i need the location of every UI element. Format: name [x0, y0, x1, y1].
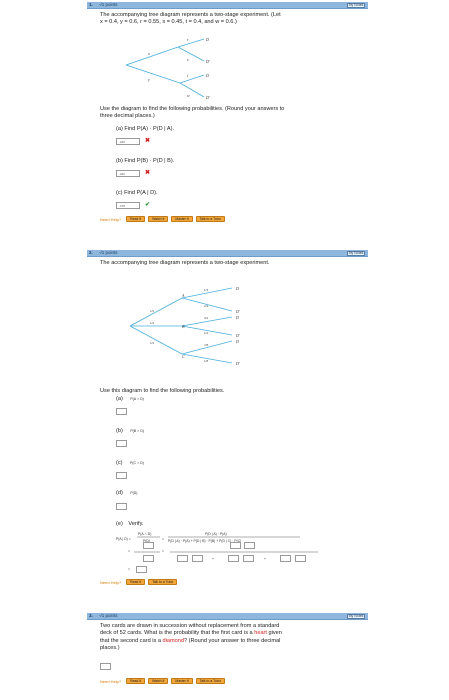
read-it-button[interactable]: Read It — [126, 579, 146, 585]
verify-lhs: P(A | D) = — [116, 537, 131, 541]
svg-text:=: = — [162, 549, 164, 553]
verify-input[interactable] — [192, 555, 203, 562]
svg-text:+: + — [212, 557, 214, 561]
svg-text:=: = — [128, 549, 130, 553]
talk-to-tutor-button[interactable]: Talk to a Tutor — [195, 678, 225, 684]
verify-input[interactable] — [230, 542, 241, 549]
question-3-text: Two cards are drawn in succession withou… — [100, 623, 282, 652]
verify-numerator-input[interactable] — [143, 542, 154, 549]
verify-result-input[interactable] — [136, 566, 147, 573]
need-help-label: Need Help? — [100, 579, 122, 585]
master-it-button[interactable]: Master It — [171, 678, 193, 684]
heart-keyword: heart — [254, 630, 267, 637]
help-bar: Need Help? Read It Talk to a Tutor — [100, 578, 178, 586]
question-number: 3. — [89, 613, 93, 618]
verify-input[interactable] — [177, 555, 188, 562]
verify-equation: P(A | D) = P(A ∩ D) P(D) = P(D | A) · P(… — [116, 532, 318, 571]
fraction-2-numerator: P(D | A) · P(A) — [205, 532, 227, 536]
answer-input[interactable] — [100, 663, 111, 670]
talk-to-tutor-button[interactable]: Talk to a Tutor — [148, 579, 178, 585]
points-label: -/1 points — [99, 613, 118, 618]
watch-it-button[interactable]: Watch It — [148, 678, 169, 684]
svg-text:+: + — [264, 557, 266, 561]
fraction-1-numerator: P(A ∩ D) — [138, 532, 151, 536]
verify-input[interactable] — [228, 555, 239, 562]
help-bar: Need Help? Read It Watch It Master It Ta… — [100, 677, 225, 685]
read-it-button[interactable]: Read It — [126, 678, 146, 684]
svg-text:=: = — [128, 567, 130, 571]
need-help-label: Need Help? — [100, 678, 122, 684]
question-3-header: 3. -/1 points My Notes — [87, 613, 368, 620]
verify-denominator-input[interactable] — [143, 555, 154, 562]
verify-input[interactable] — [243, 555, 254, 562]
verify-input[interactable] — [244, 542, 255, 549]
diamond-keyword: diamond — [162, 637, 184, 644]
verify-input[interactable] — [295, 555, 306, 562]
my-notes-button[interactable]: My Notes — [347, 614, 365, 619]
verify-input[interactable] — [280, 555, 291, 562]
svg-text:=: = — [162, 537, 164, 541]
